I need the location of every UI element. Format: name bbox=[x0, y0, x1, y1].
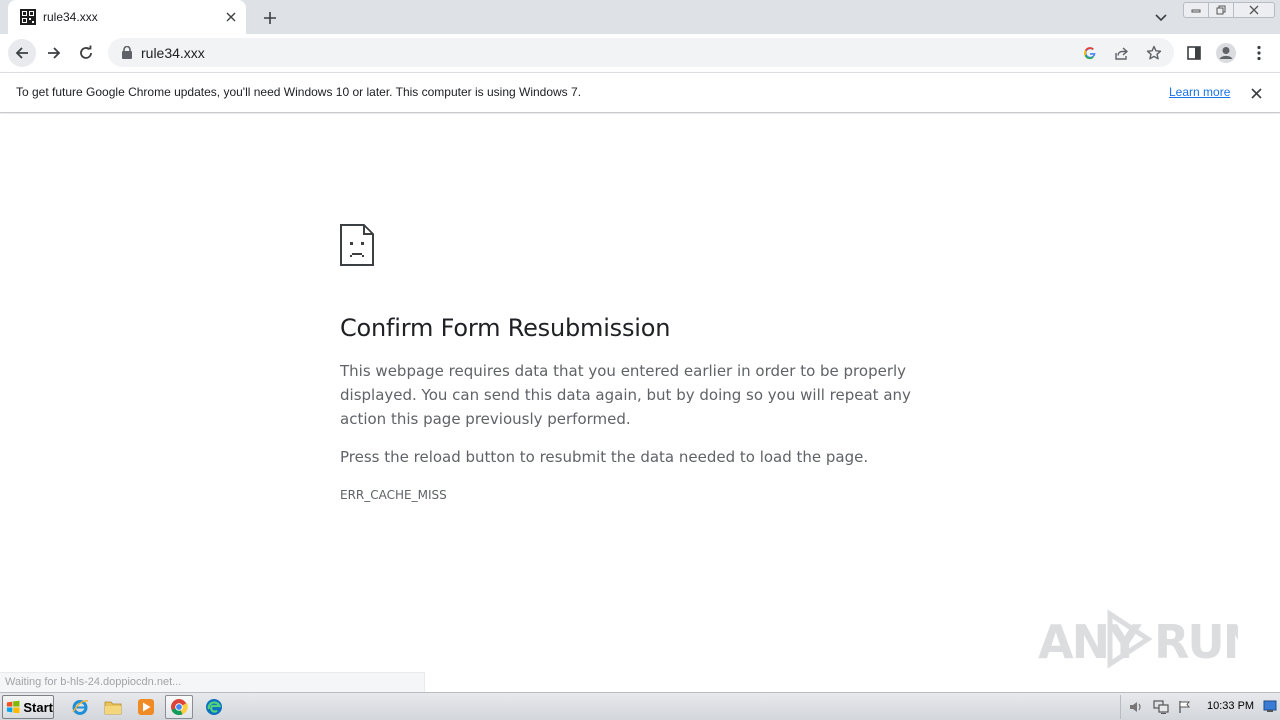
action-center-flag-icon[interactable] bbox=[1177, 699, 1193, 715]
forward-button[interactable] bbox=[40, 39, 68, 67]
arrow-right-icon bbox=[48, 47, 61, 59]
lock-icon[interactable] bbox=[121, 46, 133, 59]
side-panel-icon[interactable] bbox=[1183, 42, 1205, 64]
reload-icon bbox=[80, 45, 92, 59]
error-title: Confirm Form Resubmission bbox=[340, 314, 671, 342]
reload-button[interactable] bbox=[72, 39, 100, 67]
anyrun-watermark: ANY RUN bbox=[1038, 606, 1238, 672]
more-menu-icon[interactable] bbox=[1248, 42, 1270, 64]
tab-strip: rule34.xxx bbox=[0, 0, 1280, 34]
network-icon[interactable] bbox=[1153, 699, 1169, 715]
error-code: ERR_CACHE_MISS bbox=[340, 488, 447, 502]
back-button[interactable] bbox=[8, 39, 36, 67]
url-text[interactable]: rule34.xxx bbox=[141, 45, 205, 61]
site-favicon-icon bbox=[20, 9, 36, 25]
learn-more-link[interactable]: Learn more bbox=[1169, 85, 1230, 99]
show-desktop-icon[interactable] bbox=[1263, 699, 1277, 713]
edge-icon[interactable] bbox=[200, 695, 228, 719]
error-suggestion: Press the reload button to resubmit the … bbox=[340, 448, 869, 466]
tab-active[interactable]: rule34.xxx bbox=[8, 0, 246, 34]
tab-search-chevron-down-icon[interactable] bbox=[1151, 8, 1171, 28]
tab-title: rule34.xxx bbox=[43, 10, 98, 24]
window-restore-button[interactable] bbox=[1208, 2, 1234, 18]
windows-logo-icon bbox=[6, 700, 20, 714]
status-bubble: Waiting for b-hls-24.doppiocdn.net... bbox=[0, 672, 425, 692]
browser-window: rule34.xxx rule34.xxx To get future Goog… bbox=[0, 0, 1280, 720]
new-tab-button[interactable] bbox=[258, 6, 282, 30]
chrome-icon[interactable] bbox=[165, 695, 193, 719]
windows-taskbar: Start 10:33 PM bbox=[0, 692, 1280, 720]
tab-close-icon[interactable] bbox=[222, 8, 240, 26]
browser-toolbar: rule34.xxx bbox=[0, 34, 1280, 72]
svg-text:RUN: RUN bbox=[1154, 615, 1238, 669]
arrow-left-icon bbox=[15, 47, 28, 59]
window-minimize-button[interactable] bbox=[1183, 2, 1209, 18]
window-close-button[interactable] bbox=[1233, 2, 1275, 18]
error-description: This webpage requires data that you ente… bbox=[340, 362, 911, 428]
share-icon[interactable] bbox=[1113, 44, 1131, 62]
address-bar[interactable]: rule34.xxx bbox=[108, 38, 1174, 67]
profile-avatar-icon[interactable] bbox=[1215, 42, 1237, 64]
infobar-close-icon[interactable] bbox=[1247, 84, 1265, 102]
media-player-icon[interactable] bbox=[132, 695, 160, 719]
sad-document-icon bbox=[340, 224, 374, 266]
start-button[interactable]: Start bbox=[2, 695, 54, 719]
infobar-message: To get future Google Chrome updates, you… bbox=[16, 85, 582, 99]
bookmark-star-icon[interactable] bbox=[1145, 44, 1163, 62]
taskbar-clock[interactable]: 10:33 PM bbox=[1207, 700, 1254, 712]
start-label: Start bbox=[23, 699, 53, 715]
google-lens-icon[interactable] bbox=[1081, 44, 1099, 62]
internet-explorer-icon[interactable] bbox=[66, 695, 94, 719]
update-infobar: To get future Google Chrome updates, you… bbox=[0, 72, 1280, 113]
watermark-logo-icon: ANY RUN bbox=[1038, 609, 1238, 669]
system-tray: 10:33 PM bbox=[1120, 695, 1278, 719]
volume-icon[interactable] bbox=[1128, 699, 1144, 715]
file-explorer-icon[interactable] bbox=[99, 695, 127, 719]
